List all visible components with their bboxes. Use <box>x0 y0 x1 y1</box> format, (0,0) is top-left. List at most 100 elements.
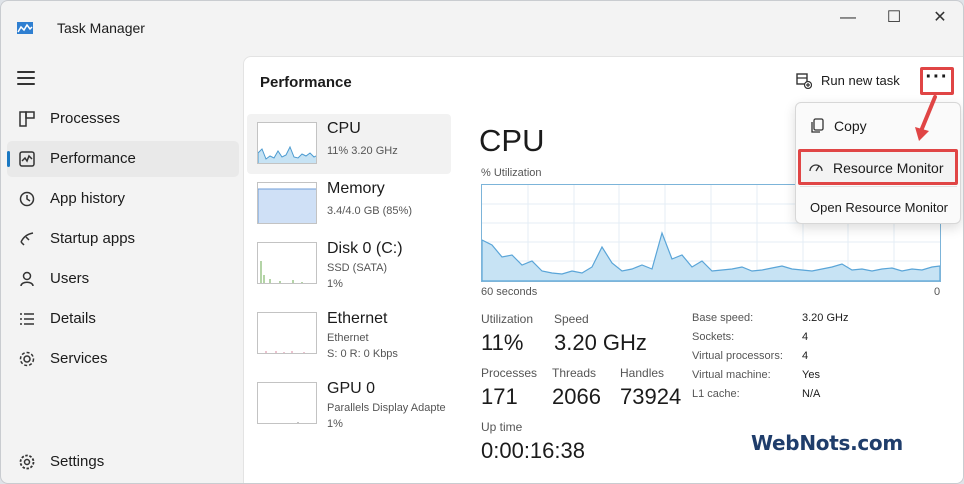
gauge-icon <box>809 164 823 172</box>
task-manager-app-icon <box>17 22 33 34</box>
task-manager-window: Task Manager — ☐ ✕ Processes Performance… <box>0 0 964 484</box>
device-cpu[interactable]: CPU 11% 3.20 GHz <box>247 114 451 174</box>
device-subtitle: SSD (SATA) <box>327 262 388 274</box>
title-bar: Task Manager — ☐ ✕ <box>1 1 963 49</box>
spec-label: Virtual processors: <box>692 350 783 362</box>
run-task-label: Run new task <box>821 73 900 88</box>
performance-icon <box>19 151 35 167</box>
spec-label: Base speed: <box>692 312 754 324</box>
memory-thumbnail-chart <box>258 188 316 223</box>
users-icon <box>20 271 34 287</box>
sidebar-item-performance[interactable]: Performance <box>7 141 239 177</box>
speed-value: 3.20 GHz <box>554 330 647 355</box>
processes-icon <box>19 111 35 127</box>
disk-thumbnail-chart <box>260 261 303 283</box>
device-name: Memory <box>327 180 385 197</box>
window-title: Task Manager <box>57 20 145 36</box>
device-subtitle: 11% 3.20 GHz <box>327 145 398 157</box>
annotation-arrow-icon <box>915 95 937 141</box>
device-memory[interactable]: Memory 3.4/4.0 GB (85%) <box>247 174 451 234</box>
ethernet-thumbnail-graph <box>257 312 317 354</box>
watermark-logo: WebNots.com <box>751 431 903 455</box>
spec-value: Yes <box>802 369 820 381</box>
device-subtitle-2: S: 0 R: 0 Kbps <box>327 348 398 360</box>
utilization-axis-label: % Utilization <box>481 167 542 179</box>
spec-label: Virtual machine: <box>692 369 771 381</box>
menu-item-resource-monitor[interactable]: Resource Monitor <box>798 149 958 185</box>
sidebar-item-label: Startup apps <box>50 230 136 247</box>
device-name: Disk 0 (C:) <box>327 240 403 257</box>
uptime-value: 0:00:16:38 <box>481 438 585 463</box>
graph-time-start-label: 60 seconds <box>481 286 538 298</box>
ethernet-thumbnail-chart <box>265 351 305 353</box>
run-task-icon <box>796 73 812 89</box>
gpu-thumbnail-chart <box>297 422 299 423</box>
device-ethernet[interactable]: Ethernet Ethernet S: 0 R: 0 Kbps <box>247 304 451 364</box>
spec-value: 4 <box>802 331 809 343</box>
menu-item-open-resource-monitor[interactable]: Open Resource Monitor <box>800 191 957 225</box>
spec-value: N/A <box>802 388 821 400</box>
sidebar-item-users[interactable]: Users <box>7 261 239 297</box>
menu-divider <box>800 186 957 187</box>
device-subtitle: Ethernet <box>327 332 369 344</box>
device-subtitle-2: 1% <box>327 278 343 290</box>
sidebar-item-services[interactable]: Services <box>7 341 239 377</box>
sidebar-item-label: Details <box>50 310 96 327</box>
device-name: GPU 0 <box>327 380 376 397</box>
device-name: Ethernet <box>327 310 388 327</box>
device-name: CPU <box>327 120 361 137</box>
sidebar-item-label: App history <box>50 190 126 207</box>
page-title: Performance <box>260 74 352 91</box>
graph-time-end-label: 0 <box>934 286 941 298</box>
device-subtitle-2: 1% <box>327 418 343 430</box>
hamburger-menu-icon[interactable] <box>17 71 35 85</box>
details-icon <box>20 313 34 325</box>
sidebar-item-startup-apps[interactable]: Startup apps <box>7 221 239 257</box>
memory-thumbnail-graph <box>257 182 317 224</box>
minimize-button[interactable]: — <box>833 7 863 29</box>
copy-icon <box>811 118 824 133</box>
threads-value: 2066 <box>552 384 601 409</box>
handles-value: 73924 <box>620 384 682 409</box>
handles-label: Handles <box>620 366 665 380</box>
gear-icon <box>19 454 35 470</box>
history-icon <box>19 191 35 207</box>
threads-label: Threads <box>552 366 597 380</box>
sidebar-item-details[interactable]: Details <box>7 301 239 337</box>
menu-item-label: Resource Monitor <box>833 160 944 176</box>
cpu-thumbnail-graph <box>257 122 317 164</box>
cpu-thumbnail-chart <box>258 145 316 163</box>
device-subtitle: 3.4/4.0 GB (85%) <box>327 205 412 217</box>
device-gpu[interactable]: GPU 0 Parallels Display Adapte 1% <box>247 374 451 434</box>
spec-label: L1 cache: <box>692 388 740 400</box>
sidebar-item-settings[interactable]: Settings <box>7 444 239 480</box>
startup-icon <box>20 232 34 246</box>
disk-thumbnail-graph <box>257 242 317 284</box>
menu-item-label: Open Resource Monitor <box>810 200 949 215</box>
sidebar-item-app-history[interactable]: App history <box>7 181 239 217</box>
device-disk[interactable]: Disk 0 (C:) SSD (SATA) 1% <box>247 234 451 294</box>
spec-value: 4 <box>802 350 809 362</box>
speed-label: Speed <box>554 312 589 326</box>
sidebar-item-label: Processes <box>50 110 121 127</box>
processes-label: Processes <box>481 366 538 380</box>
sidebar-item-label: Performance <box>50 150 136 167</box>
settings-label: Settings <box>50 453 105 470</box>
gpu-thumbnail-graph <box>257 382 317 424</box>
menu-item-label: Copy <box>834 118 867 134</box>
processes-value: 171 <box>481 384 518 409</box>
sidebar-item-label: Users <box>50 270 90 287</box>
close-button[interactable]: ✕ <box>925 7 955 29</box>
maximize-button[interactable]: ☐ <box>879 7 909 29</box>
more-options-button[interactable]: ··· <box>920 67 954 95</box>
spec-value: 3.20 GHz <box>802 312 849 324</box>
spec-label: Sockets: <box>692 331 735 343</box>
utilization-value: 11% <box>481 330 524 355</box>
services-icon <box>19 351 35 367</box>
sidebar-item-label: Services <box>50 350 108 367</box>
sidebar-item-processes[interactable]: Processes <box>7 101 239 137</box>
utilization-label: Utilization <box>481 312 534 326</box>
uptime-label: Up time <box>481 420 523 434</box>
device-subtitle: Parallels Display Adapte <box>327 402 446 414</box>
cpu-heading: CPU <box>479 123 545 158</box>
